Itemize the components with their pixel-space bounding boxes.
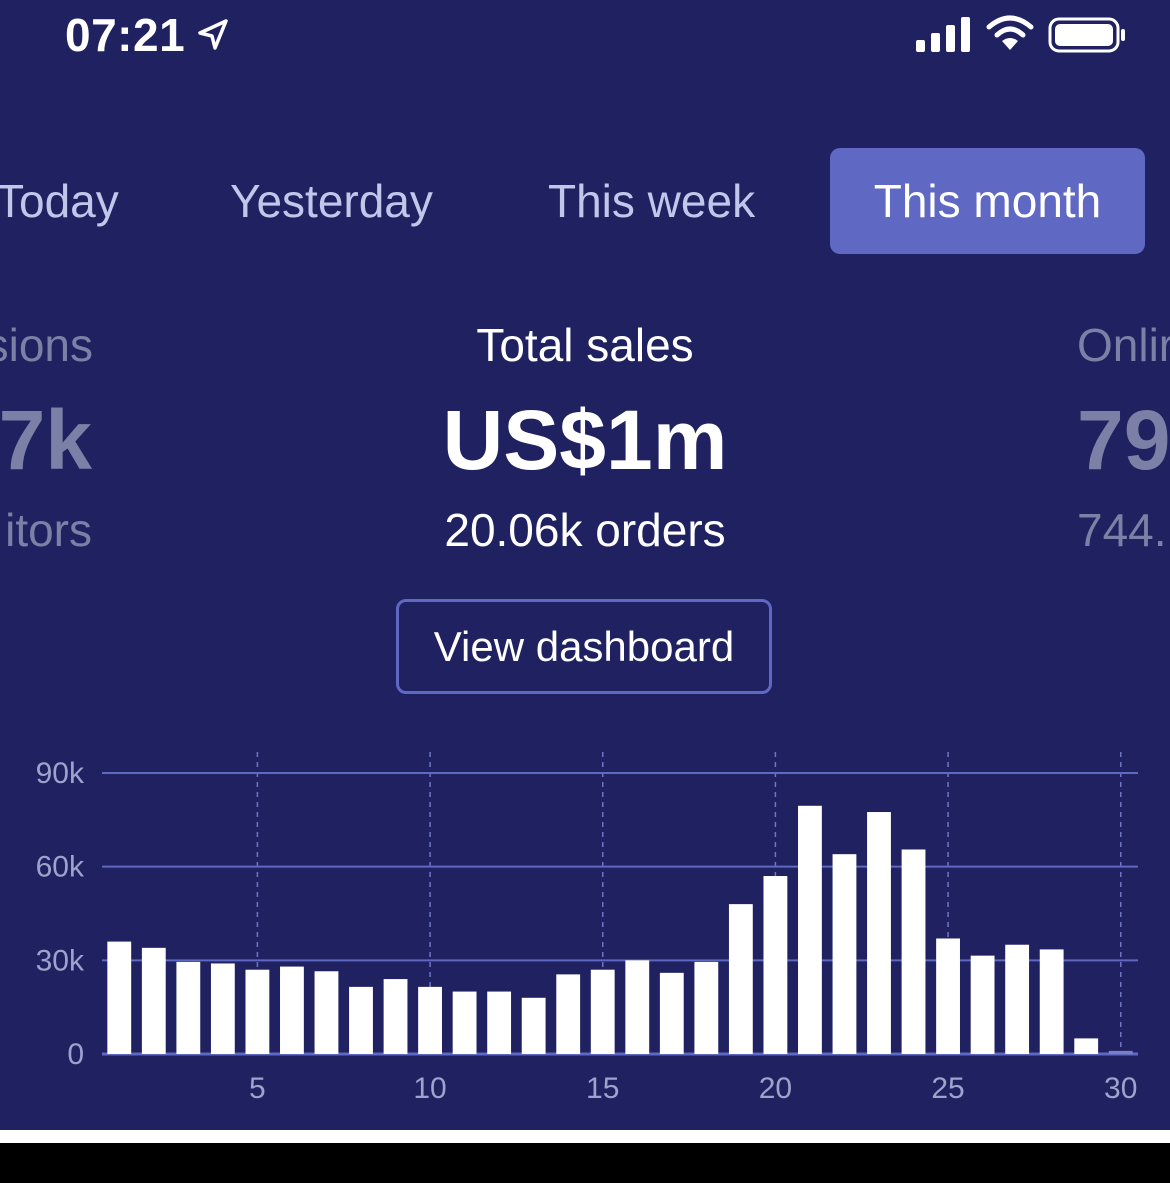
wifi-icon: [986, 15, 1034, 50]
bar-day-4: [210, 963, 235, 1054]
bar-day-17: [659, 972, 684, 1054]
bar-day-11: [452, 991, 477, 1054]
bar-day-2: [141, 947, 166, 1054]
sales-bar-chart: 5 10 15 20 25 30 0 30k 60k 90k: [36, 752, 1138, 1105]
bar-day-15: [590, 969, 615, 1054]
bar-day-3: [176, 961, 201, 1054]
bar-day-9: [383, 979, 408, 1054]
y-tick-label: 0: [67, 1038, 84, 1071]
tab-this-month[interactable]: This month: [830, 148, 1145, 254]
view-dashboard-button[interactable]: View dashboard: [396, 599, 772, 694]
location-arrow-icon: [198, 19, 228, 50]
y-tick-label: 90k: [36, 757, 85, 790]
x-tick-label: 30: [1104, 1072, 1137, 1105]
bar-day-27: [1005, 944, 1030, 1054]
bar-day-24: [901, 849, 926, 1054]
bar-day-30: [1108, 1050, 1133, 1054]
tab-today[interactable]: Today: [0, 148, 126, 254]
stat-sub-online: 744.: [1077, 504, 1167, 556]
bar-day-6: [280, 966, 304, 1054]
bar-day-21: [798, 805, 822, 1054]
x-tick-label: 10: [413, 1072, 446, 1105]
bar-day-22: [832, 854, 857, 1054]
bar-day-1: [107, 941, 132, 1054]
x-tick-label: 5: [249, 1072, 266, 1105]
x-tick-label: 20: [759, 1072, 792, 1105]
stat-title-sessions: sions: [0, 319, 93, 371]
stat-title-online: Onlir: [1077, 319, 1170, 371]
stat-title-total-sales: Total sales: [476, 319, 694, 371]
bar-day-13: [521, 997, 546, 1054]
bar-day-14: [556, 974, 581, 1054]
tab-this-week[interactable]: This week: [548, 148, 763, 254]
bar-day-10: [418, 986, 442, 1054]
home-indicator-area: [0, 1130, 1170, 1143]
y-tick-label: 30k: [36, 944, 85, 977]
bar-day-7: [314, 971, 339, 1054]
status-time: 07:21: [65, 9, 186, 61]
y-tick-label: 60k: [36, 851, 85, 884]
bar-day-5: [245, 969, 270, 1054]
bar-day-12: [487, 991, 512, 1054]
x-tick-label: 25: [931, 1072, 964, 1105]
cellular-signal-icon: [916, 17, 970, 52]
bar-day-19: [728, 904, 753, 1054]
stat-value-online: 79: [1077, 393, 1170, 487]
bar-day-28: [1039, 949, 1064, 1054]
bar-day-18: [694, 961, 719, 1054]
bar-day-29: [1074, 1038, 1099, 1054]
bar-day-8: [349, 986, 373, 1054]
battery-icon: [1048, 17, 1125, 53]
tab-yesterday[interactable]: Yesterday: [230, 148, 440, 254]
stat-value-total-sales: US$1m: [442, 393, 728, 487]
bar-day-26: [970, 955, 995, 1054]
bar-day-25: [936, 938, 960, 1054]
stat-sub-orders: 20.06k orders: [444, 504, 726, 556]
bar-day-23: [867, 812, 891, 1054]
x-tick-label: 15: [586, 1072, 619, 1105]
bar-day-20: [763, 876, 788, 1054]
bar-day-16: [625, 960, 650, 1054]
stat-value-sessions: 7k: [0, 393, 92, 487]
app-screen: 07:21 Today Yesterday This week This mon…: [0, 0, 1170, 1130]
stat-sub-visitors: itors: [5, 504, 92, 556]
